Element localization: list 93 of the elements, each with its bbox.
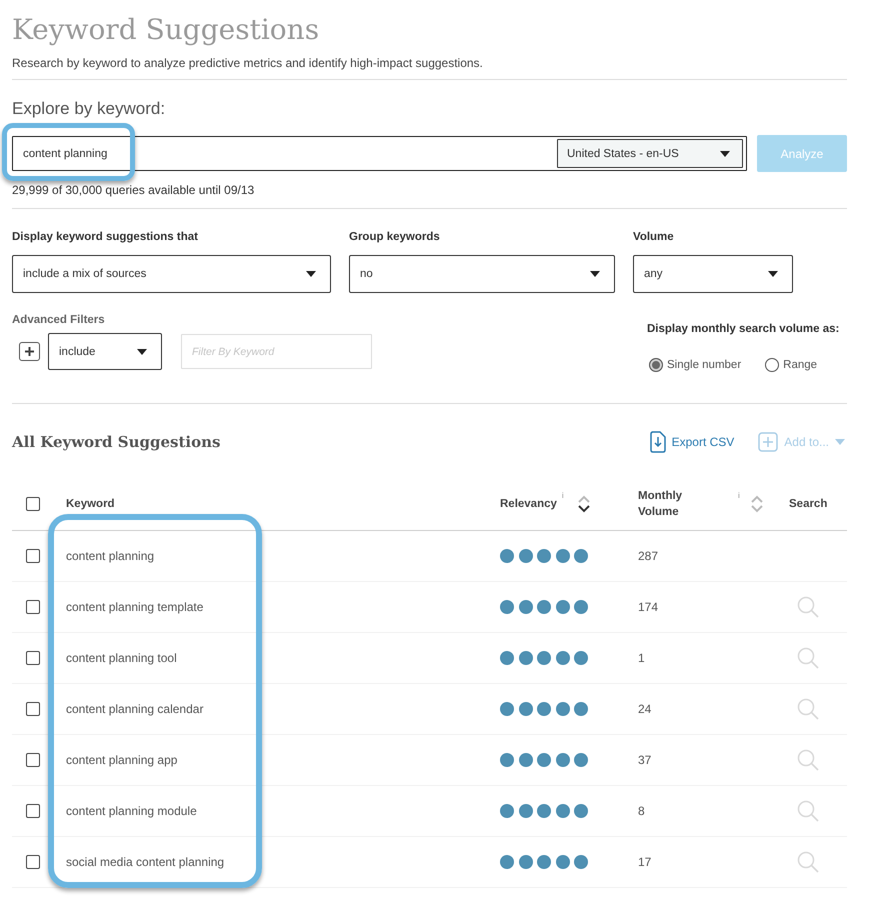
quota-text: 29,999 of 30,000 queries available until 09/13 — [12, 183, 254, 197]
radio-option[interactable]: Range — [765, 357, 818, 373]
caret-icon — [306, 271, 316, 277]
filter-input[interactable]: Filter By Keyword — [181, 334, 372, 369]
dot-icon — [556, 855, 570, 869]
country-select[interactable]: United States - en-US — [557, 139, 743, 168]
dot-icon — [537, 702, 551, 716]
field-label: Display keyword suggestions that — [12, 230, 198, 245]
dot-icon — [574, 753, 588, 767]
dot-icon — [574, 702, 588, 716]
volume-text: 1 — [638, 650, 645, 666]
dot-icon — [574, 549, 588, 563]
checkbox[interactable] — [26, 804, 40, 818]
dot-icon — [574, 804, 588, 818]
dot-icon — [518, 855, 532, 869]
keyword-text: content planning app — [66, 752, 178, 768]
dot-icon — [500, 600, 514, 614]
checkbox[interactable] — [26, 549, 40, 563]
volume-text: 17 — [638, 854, 652, 870]
field-label: Display monthly search volume as: — [647, 322, 840, 337]
caret-icon — [137, 348, 147, 354]
caret-icon — [768, 271, 778, 277]
keyword-text: content planning module — [66, 803, 197, 819]
dot-icon — [518, 753, 532, 767]
dot-icon — [500, 651, 514, 665]
radio-option[interactable]: Single number — [649, 357, 742, 373]
dot-icon — [556, 600, 570, 614]
dot-icon — [518, 651, 532, 665]
dot-icon — [537, 600, 551, 614]
caret-icon — [720, 150, 730, 156]
section-label: Explore by keyword: — [12, 98, 166, 120]
checkbox[interactable] — [26, 702, 40, 716]
dot-icon — [556, 651, 570, 665]
volume-text: 8 — [638, 803, 645, 819]
keyword-text: content planning tool — [66, 650, 177, 666]
add-filter-button[interactable] — [19, 342, 40, 361]
keyword-text: content planning calendar — [66, 701, 204, 717]
dropdown-select[interactable]: include — [48, 333, 162, 370]
dot-icon — [500, 753, 514, 767]
volume-text: 37 — [638, 752, 652, 768]
dot-icon — [556, 702, 570, 716]
dot-icon — [556, 753, 570, 767]
field-label: Advanced Filters — [12, 313, 105, 328]
column-header[interactable]: Monthly Volume — [638, 488, 698, 520]
page-title: Keyword Suggestions — [12, 12, 320, 48]
dot-icon — [500, 702, 514, 716]
keyword-text: social media content planning — [66, 854, 224, 870]
dot-icon — [556, 804, 570, 818]
dot-icon — [500, 855, 514, 869]
page-subtitle: Research by keyword to analyze predictive metrics and identify high-impact suggestions. — [12, 55, 483, 71]
column-header[interactable]: Relevancy — [500, 496, 557, 512]
volume-text: 287 — [638, 548, 658, 564]
dot-icon — [518, 804, 532, 818]
plus-icon — [25, 347, 34, 356]
checkbox[interactable] — [26, 600, 40, 614]
dot-icon — [518, 702, 532, 716]
column-header[interactable]: Keyword — [66, 496, 115, 512]
caret-icon — [590, 271, 600, 277]
checkbox[interactable] — [26, 496, 40, 510]
radio-button[interactable] — [649, 358, 663, 372]
keyword-text: content planning — [66, 548, 154, 564]
sort-icon[interactable] — [578, 494, 590, 512]
volume-text: 174 — [638, 599, 658, 615]
dot-icon — [574, 651, 588, 665]
dot-icon — [518, 600, 532, 614]
checkbox[interactable] — [26, 651, 40, 665]
keyword-text: content planning template — [66, 599, 204, 615]
checkbox[interactable] — [26, 855, 40, 869]
export-button[interactable]: Export CSV — [650, 431, 734, 453]
field-label: Volume — [633, 230, 674, 245]
dot-icon — [556, 549, 570, 563]
checkbox[interactable] — [26, 753, 40, 767]
column-header[interactable]: Search — [789, 496, 828, 512]
dot-icon — [537, 753, 551, 767]
dot-icon — [500, 804, 514, 818]
dot-icon — [537, 549, 551, 563]
dot-icon — [537, 804, 551, 818]
dropdown-select[interactable]: include a mix of sources — [12, 255, 331, 293]
dot-icon — [537, 651, 551, 665]
document-download-icon — [650, 431, 666, 453]
dot-icon — [574, 600, 588, 614]
volume-text: 24 — [638, 701, 652, 717]
dropdown-select[interactable]: any — [633, 255, 793, 293]
plus-icon — [758, 432, 778, 452]
dot-icon — [574, 855, 588, 869]
field-label: Group keywords — [349, 230, 440, 245]
dot-icon — [500, 549, 514, 563]
radio-button[interactable] — [765, 358, 780, 372]
dropdown-select[interactable]: no — [349, 255, 615, 293]
dot-icon — [537, 855, 551, 869]
section-title: All Keyword Suggestions — [12, 432, 220, 452]
dot-icon — [518, 549, 532, 563]
caret-icon — [835, 439, 845, 445]
